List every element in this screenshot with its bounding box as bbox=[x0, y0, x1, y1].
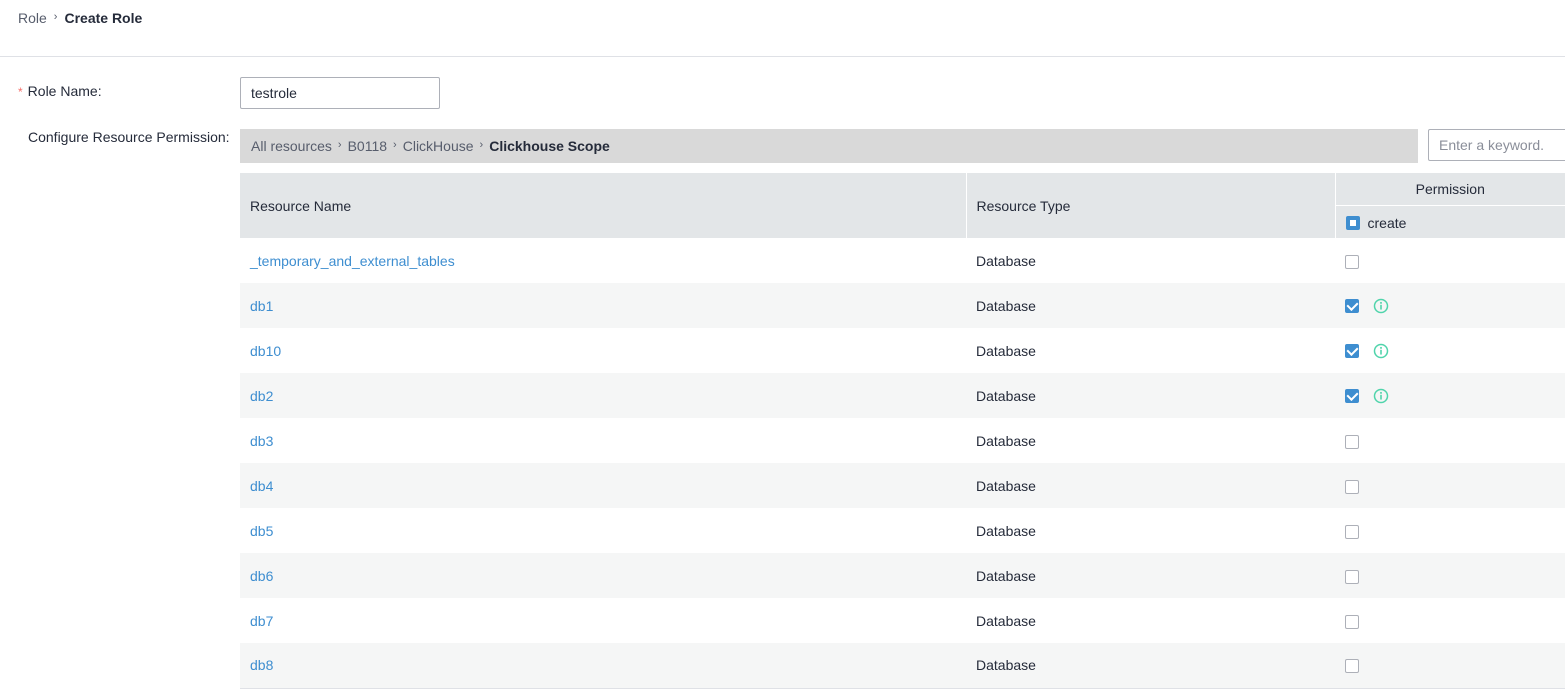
resource-table: Resource Name Resource Type Permission c… bbox=[240, 173, 1565, 689]
resource-name-cell: db2 bbox=[240, 373, 966, 418]
resource-type-cell: Database bbox=[966, 283, 1335, 328]
create-permission-cell bbox=[1335, 283, 1565, 328]
breadcrumb-role-link[interactable]: Role bbox=[18, 10, 47, 26]
create-permission-checkbox[interactable] bbox=[1345, 299, 1359, 314]
create-role-page: Role › Create Role * Role Name: Configure… bbox=[0, 0, 1565, 696]
resource-name-cell: db10 bbox=[240, 328, 966, 373]
create-permission-checkbox[interactable] bbox=[1345, 389, 1359, 404]
resource-name-link[interactable]: db5 bbox=[250, 523, 273, 539]
create-permission-checkbox[interactable] bbox=[1345, 434, 1359, 449]
chevron-right-icon: › bbox=[53, 11, 58, 23]
resource-name-cell: db5 bbox=[240, 508, 966, 553]
column-header-resource-type: Resource Type bbox=[966, 173, 1336, 238]
create-permission-cell bbox=[1335, 553, 1565, 598]
create-permission-checkbox[interactable] bbox=[1345, 479, 1359, 494]
resource-name-cell: db6 bbox=[240, 553, 966, 598]
resource-name-link[interactable]: db7 bbox=[250, 613, 273, 629]
resource-name-cell: db7 bbox=[240, 598, 966, 643]
resource-type-cell: Database bbox=[966, 598, 1335, 643]
table-row: _temporary_and_external_tables Database bbox=[240, 238, 1565, 283]
resource-name-link[interactable]: db2 bbox=[250, 388, 273, 404]
chevron-right-icon: › bbox=[337, 139, 342, 151]
create-permission-cell bbox=[1335, 238, 1565, 283]
resource-name-cell: db8 bbox=[240, 643, 966, 689]
column-header-resource-name: Resource Name bbox=[240, 173, 967, 238]
chevron-right-icon: › bbox=[479, 139, 484, 151]
resource-name-link[interactable]: _temporary_and_external_tables bbox=[250, 253, 455, 269]
create-permission-cell bbox=[1335, 373, 1565, 418]
path-all-resources[interactable]: All resources bbox=[251, 138, 332, 154]
role-name-label-text: Role Name: bbox=[27, 83, 102, 99]
role-name-label: * Role Name: bbox=[18, 83, 102, 99]
info-circle-icon[interactable] bbox=[1373, 388, 1389, 404]
info-circle-icon[interactable] bbox=[1373, 343, 1389, 359]
resource-type-cell: Database bbox=[966, 328, 1335, 373]
resource-name-link[interactable]: db10 bbox=[250, 343, 281, 359]
resource-name-cell: db3 bbox=[240, 418, 966, 463]
create-permission-cell bbox=[1335, 463, 1565, 508]
create-permission-checkbox[interactable] bbox=[1345, 524, 1359, 539]
resource-name-cell: db4 bbox=[240, 463, 966, 508]
create-permission-checkbox[interactable] bbox=[1345, 569, 1359, 584]
resource-type-cell: Database bbox=[966, 418, 1335, 463]
resource-name-cell: db1 bbox=[240, 283, 966, 328]
table-row: db8 Database bbox=[240, 643, 1565, 689]
select-all-create-checkbox[interactable] bbox=[1345, 215, 1360, 230]
table-row: db6 Database bbox=[240, 553, 1565, 598]
path-current: Clickhouse Scope bbox=[489, 138, 610, 154]
resource-type-cell: Database bbox=[966, 508, 1335, 553]
table-row: db4 Database bbox=[240, 463, 1565, 508]
resource-type-cell: Database bbox=[966, 238, 1335, 283]
create-permission-cell bbox=[1335, 508, 1565, 553]
table-row: db7 Database bbox=[240, 598, 1565, 643]
required-mark: * bbox=[18, 85, 23, 99]
create-permission-cell bbox=[1335, 598, 1565, 643]
info-circle-icon[interactable] bbox=[1373, 298, 1389, 314]
table-row: db2 Database bbox=[240, 373, 1565, 418]
breadcrumb: Role › Create Role bbox=[18, 9, 142, 27]
table-row: db3 Database bbox=[240, 418, 1565, 463]
path-clickhouse[interactable]: ClickHouse bbox=[403, 138, 474, 154]
breadcrumb-current: Create Role bbox=[64, 10, 143, 26]
resource-type-cell: Database bbox=[966, 643, 1335, 689]
table-row: db5 Database bbox=[240, 508, 1565, 553]
resource-name-link[interactable]: db6 bbox=[250, 568, 273, 584]
resource-permission-label: Configure Resource Permission: bbox=[28, 129, 230, 145]
create-permission-label: create bbox=[1367, 214, 1407, 231]
resource-name-link[interactable]: db1 bbox=[250, 298, 273, 314]
path-b0118[interactable]: B0118 bbox=[348, 138, 387, 154]
create-permission-checkbox[interactable] bbox=[1345, 614, 1359, 629]
resource-table-body: _temporary_and_external_tables Database db… bbox=[240, 238, 1565, 689]
resource-name-link[interactable]: db4 bbox=[250, 478, 273, 494]
table-row: db1 Database bbox=[240, 283, 1565, 328]
create-permission-cell bbox=[1335, 328, 1565, 373]
resource-name-link[interactable]: db8 bbox=[250, 657, 273, 673]
resource-path-breadcrumb: All resources › B0118 › ClickHouse › Cli… bbox=[240, 129, 1418, 163]
create-permission-checkbox[interactable] bbox=[1345, 344, 1359, 359]
header-divider bbox=[0, 56, 1565, 57]
table-row: db10 Database bbox=[240, 328, 1565, 373]
column-header-create: create bbox=[1335, 205, 1565, 238]
resource-type-cell: Database bbox=[966, 463, 1335, 508]
resource-type-cell: Database bbox=[966, 373, 1335, 418]
create-permission-cell bbox=[1335, 418, 1565, 463]
keyword-search-input[interactable] bbox=[1428, 129, 1565, 161]
create-permission-checkbox[interactable] bbox=[1345, 659, 1359, 674]
role-name-input[interactable] bbox=[240, 77, 440, 109]
create-permission-checkbox[interactable] bbox=[1345, 254, 1359, 269]
create-permission-cell bbox=[1335, 643, 1565, 689]
resource-name-cell: _temporary_and_external_tables bbox=[240, 238, 966, 283]
column-header-permission: Permission bbox=[1335, 173, 1565, 206]
resource-name-link[interactable]: db3 bbox=[250, 433, 273, 449]
chevron-right-icon: › bbox=[393, 139, 397, 151]
resource-type-cell: Database bbox=[966, 553, 1335, 598]
